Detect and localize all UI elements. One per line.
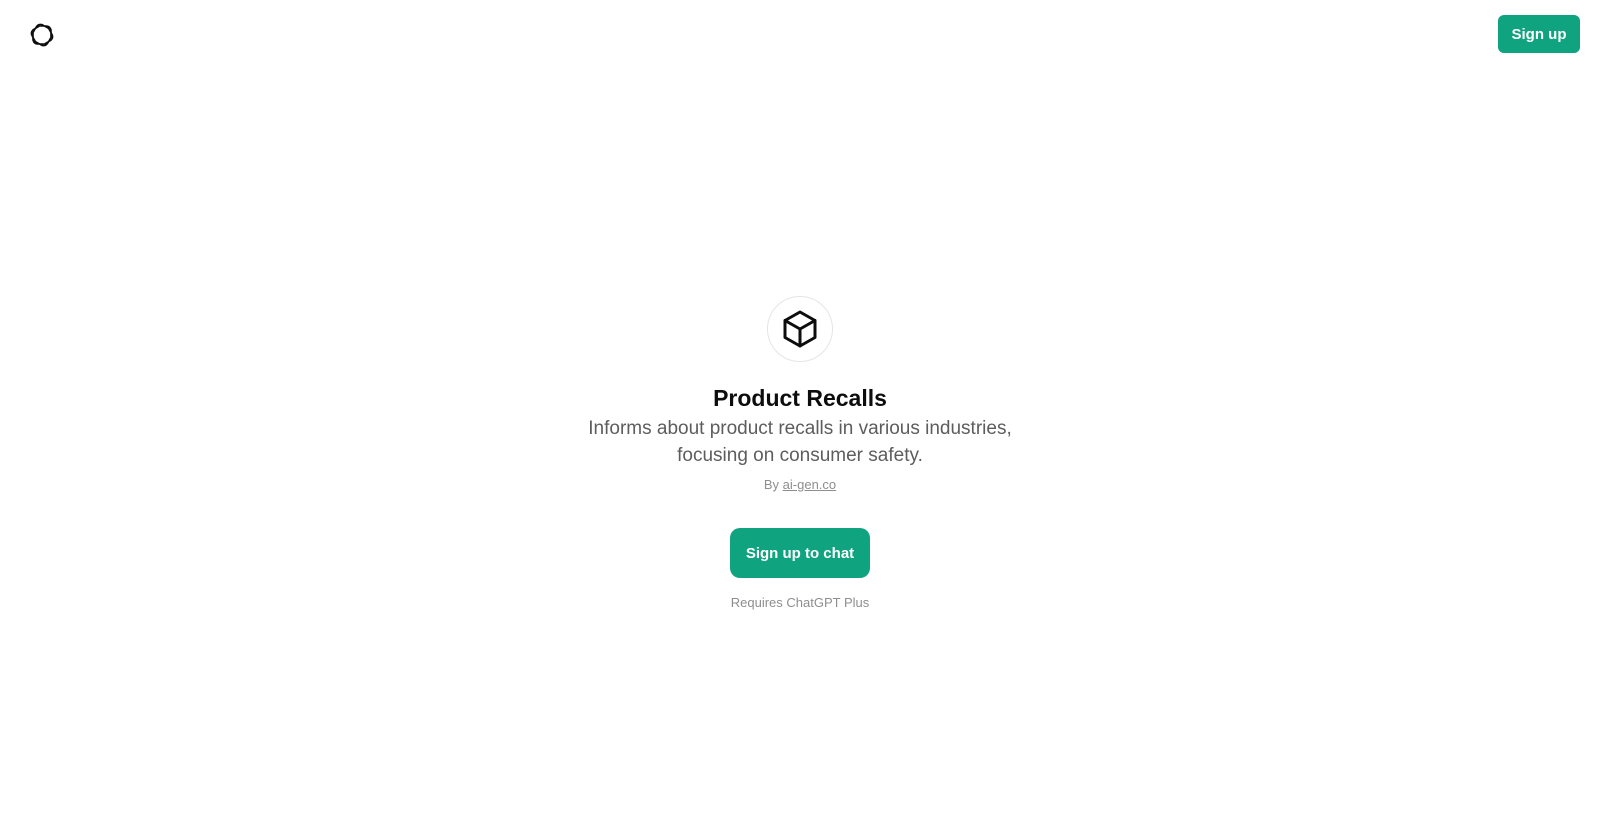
- author-prefix: By: [763, 477, 780, 492]
- top-header: Sign up: [0, 0, 1600, 70]
- author-link[interactable]: ai-gen.co: [783, 477, 836, 492]
- gpt-description: Informs about product recalls in various…: [588, 418, 1012, 466]
- gpt-author-line: By ai-gen.co: [764, 476, 836, 494]
- gpt-info: Product Recalls Informs about product re…: [0, 296, 1600, 612]
- signup-button[interactable]: Sign up: [1498, 15, 1580, 53]
- signup-to-chat-button[interactable]: Sign up to chat: [730, 528, 870, 578]
- gpt-title: Product Recalls: [713, 385, 887, 411]
- gpt-avatar: [767, 296, 833, 362]
- openai-logo-icon[interactable]: [26, 19, 58, 51]
- gpt-landing-page: Sign up Product Recalls Informs about pr…: [0, 0, 1600, 834]
- cube-icon: [783, 310, 817, 348]
- requirement-note: Requires ChatGPT Plus: [730, 595, 870, 610]
